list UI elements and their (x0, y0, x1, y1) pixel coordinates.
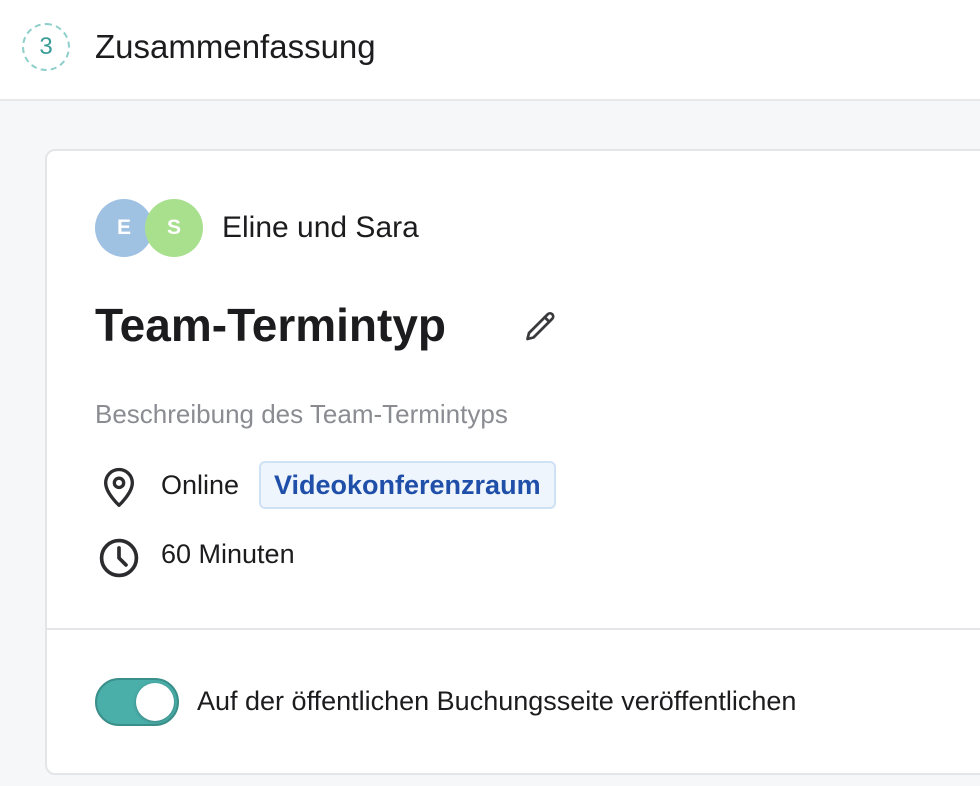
host-names: Eline und Sara (222, 211, 419, 244)
publish-toggle[interactable] (95, 678, 179, 726)
location-chip[interactable]: Videokonferenzraum (259, 461, 556, 509)
location-label: Online (161, 470, 240, 500)
clock-icon (99, 538, 139, 578)
edit-title-button[interactable] (521, 307, 561, 347)
pencil-icon (526, 311, 555, 341)
step-number-badge: 3 (22, 23, 70, 71)
step-title: Zusammenfassung (95, 28, 376, 65)
duration-label: 60 Minuten (161, 539, 295, 569)
event-description: Beschreibung des Team-Termintyps (95, 399, 508, 429)
step-header: 3 Zusammenfassung (0, 0, 980, 101)
divider (47, 628, 980, 630)
event-type-title: Team-Termintyp (95, 299, 447, 351)
avatar: S (145, 199, 203, 257)
publish-toggle-label: Auf der öffentlichen Buchungsseite veröf… (197, 686, 797, 716)
toggle-knob (136, 683, 174, 721)
map-pin-icon (104, 467, 134, 507)
summary-card: E S Eline und Sara Team-Termintyp Beschr… (45, 149, 980, 775)
